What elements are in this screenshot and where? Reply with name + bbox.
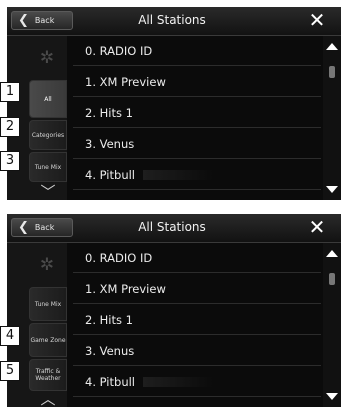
station-name: 0. RADIO ID — [85, 43, 153, 58]
back-label: Back — [34, 16, 55, 25]
back-button[interactable]: ❮ Back — [11, 218, 73, 237]
sidebar-item-traffic-weather[interactable]: Traffic & Weather — [29, 359, 67, 391]
header-bar: ❮ Back All Stations ✕ — [7, 214, 341, 243]
category-sidebar: ✲ Tune Mix Game Zone Traffic & Weather ︿ — [7, 243, 67, 407]
sidebar-item-label: Tune Mix — [34, 163, 62, 171]
back-button[interactable]: ❮ Back — [11, 11, 73, 30]
chevron-left-icon: ❮ — [18, 13, 29, 28]
station-name: 2. Hits 1 — [85, 312, 133, 327]
list-item[interactable]: 3. Venus — [73, 129, 321, 159]
back-label: Back — [34, 223, 55, 232]
callout-number: 4 — [0, 326, 20, 346]
sidebar-item-categories[interactable]: Categories — [29, 120, 67, 150]
scroll-thumb[interactable] — [329, 273, 335, 285]
sidebar-item-label: All — [44, 95, 52, 103]
callout-number: 3 — [0, 151, 20, 171]
close-icon[interactable]: ✕ — [299, 217, 335, 238]
list-item[interactable]: 1. XM Preview — [73, 274, 321, 304]
list-item[interactable]: 3. Venus — [73, 336, 321, 366]
page-title: All Stations — [138, 220, 206, 234]
list-item[interactable]: 4. Pitbull — [73, 367, 321, 397]
chevron-left-icon: ❮ — [18, 220, 29, 235]
station-name: 4. Pitbull — [85, 167, 135, 182]
station-name: 1. XM Preview — [85, 281, 166, 296]
scroll-down-icon[interactable] — [326, 393, 338, 400]
scroll-down-icon[interactable] — [326, 186, 338, 193]
station-name: 4. Pitbull — [85, 374, 135, 389]
close-icon[interactable]: ✕ — [299, 10, 335, 31]
sidebar-item-label: Tune Mix — [34, 300, 62, 308]
list-item[interactable]: 0. RADIO ID — [73, 36, 321, 66]
scroll-up-icon[interactable] — [326, 250, 338, 257]
gear-icon[interactable]: ✲ — [35, 255, 59, 275]
sidebar-item-tune-mix[interactable]: Tune Mix — [29, 152, 67, 182]
station-name: 1. XM Preview — [85, 74, 166, 89]
callout-number: 1 — [0, 82, 20, 102]
list-item[interactable]: 1. XM Preview — [73, 67, 321, 97]
sidebar-item-game-zone[interactable]: Game Zone — [29, 323, 67, 357]
station-list: 0. RADIO ID 1. XM Preview 2. Hits 1 3. V… — [73, 36, 321, 200]
sidebar-item-label: Game Zone — [30, 336, 66, 344]
station-name: 0. RADIO ID — [85, 250, 153, 265]
sidebar-item-label: Categories — [31, 131, 65, 139]
header-bar: ❮ Back All Stations ✕ — [7, 7, 341, 36]
text-fade — [143, 169, 213, 180]
gear-icon[interactable]: ✲ — [35, 48, 59, 68]
list-item[interactable]: 0. RADIO ID — [73, 243, 321, 273]
station-name: 3. Venus — [85, 343, 135, 358]
station-name: 3. Venus — [85, 136, 135, 151]
station-list: 0. RADIO ID 1. XM Preview 2. Hits 1 3. V… — [73, 243, 321, 407]
callout-number: 2 — [0, 117, 20, 137]
scrollbar[interactable] — [323, 36, 341, 200]
scrollbar[interactable] — [323, 243, 341, 407]
station-name: 2. Hits 1 — [85, 105, 133, 120]
list-item[interactable]: 2. Hits 1 — [73, 305, 321, 335]
text-fade — [143, 376, 213, 387]
station-list-screen-1: ❮ Back All Stations ✕ ✲ All Categories T… — [7, 7, 341, 200]
page-title: All Stations — [138, 13, 206, 27]
scroll-up-icon[interactable] — [326, 43, 338, 50]
station-list-screen-2: ❮ Back All Stations ✕ ✲ Tune Mix Game Zo… — [7, 214, 341, 407]
chevron-down-icon[interactable]: ﹀ — [29, 182, 67, 200]
sidebar-item-tune-mix[interactable]: Tune Mix — [29, 287, 67, 321]
sidebar-item-all[interactable]: All — [29, 80, 67, 118]
scroll-thumb[interactable] — [329, 66, 335, 78]
list-item[interactable]: 2. Hits 1 — [73, 98, 321, 128]
sidebar-item-label: Traffic & Weather — [35, 368, 61, 382]
callout-number: 5 — [0, 361, 20, 381]
chevron-up-icon[interactable]: ︿ — [29, 389, 67, 407]
list-item[interactable]: 4. Pitbull — [73, 160, 321, 190]
